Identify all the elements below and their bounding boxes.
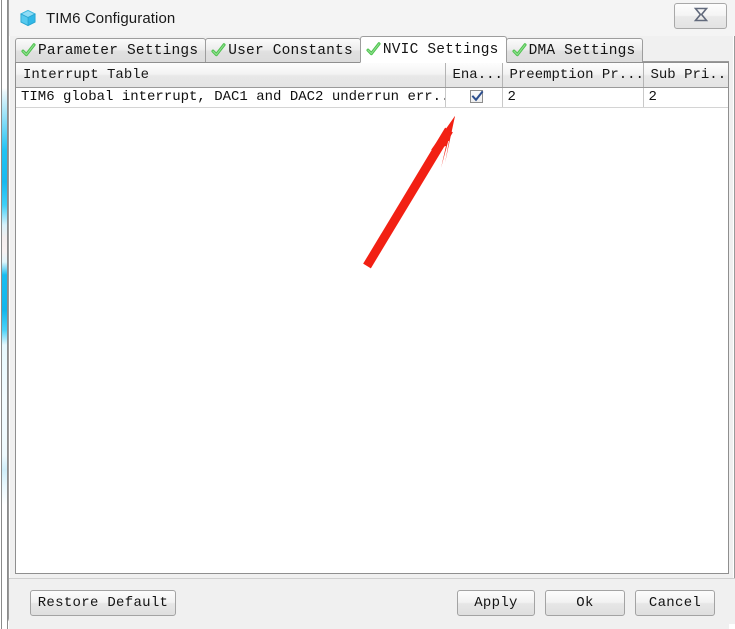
tab-user-constants[interactable]: User Constants — [205, 38, 361, 62]
tab-label: NVIC Settings — [382, 41, 499, 58]
column-header-enabled[interactable]: Ena... — [445, 63, 503, 88]
apply-button[interactable]: Apply — [457, 590, 535, 616]
nvic-table-panel: Interrupt Table Ena... Preemption Pr... … — [15, 62, 729, 574]
green-check-icon — [211, 43, 226, 58]
tab-strip: Parameter Settings User Constants NVIC S… — [15, 36, 729, 63]
dialog-button-bar: Restore Default Apply Ok Cancel — [9, 578, 735, 624]
dialog-window: TIM6 Configuration Parameter Settings Us… — [0, 0, 735, 629]
cell-sub-priority[interactable]: 2 — [643, 87, 728, 108]
table-header-row: Interrupt Table Ena... Preemption Pr... … — [16, 63, 728, 88]
tab-dma-settings[interactable]: DMA Settings — [505, 38, 644, 62]
tab-label: DMA Settings — [528, 42, 636, 59]
green-check-icon — [512, 43, 527, 58]
column-header-interrupt-table[interactable]: Interrupt Table — [16, 63, 446, 88]
close-icon — [693, 7, 709, 25]
table-row[interactable]: TIM6 global interrupt, DAC1 and DAC2 und… — [16, 87, 728, 108]
window-frame: TIM6 Configuration Parameter Settings Us… — [8, 0, 735, 624]
tab-nvic-settings[interactable]: NVIC Settings — [359, 36, 507, 63]
tab-label: User Constants — [228, 42, 353, 59]
checkbox-checked-icon[interactable] — [469, 89, 483, 103]
cell-preemption-priority[interactable]: 2 — [502, 87, 644, 108]
ok-button[interactable]: Ok — [545, 590, 625, 616]
column-header-sub-priority[interactable]: Sub Pri... — [643, 63, 728, 88]
window-title: TIM6 Configuration — [46, 9, 176, 27]
cell-interrupt-name: TIM6 global interrupt, DAC1 and DAC2 und… — [16, 87, 446, 108]
cube-icon — [19, 9, 37, 27]
green-check-icon — [366, 42, 381, 57]
cancel-button[interactable]: Cancel — [635, 590, 715, 616]
column-header-preemption-priority[interactable]: Preemption Pr... — [502, 63, 644, 88]
tab-label: Parameter Settings — [38, 42, 199, 59]
restore-default-button[interactable]: Restore Default — [30, 590, 176, 616]
interrupt-table: Interrupt Table Ena... Preemption Pr... … — [16, 63, 728, 108]
tab-parameter-settings[interactable]: Parameter Settings — [15, 38, 207, 62]
title-bar: TIM6 Configuration — [9, 0, 735, 36]
green-check-icon — [21, 43, 36, 58]
close-button[interactable] — [674, 3, 727, 29]
cell-enabled[interactable] — [445, 87, 503, 108]
